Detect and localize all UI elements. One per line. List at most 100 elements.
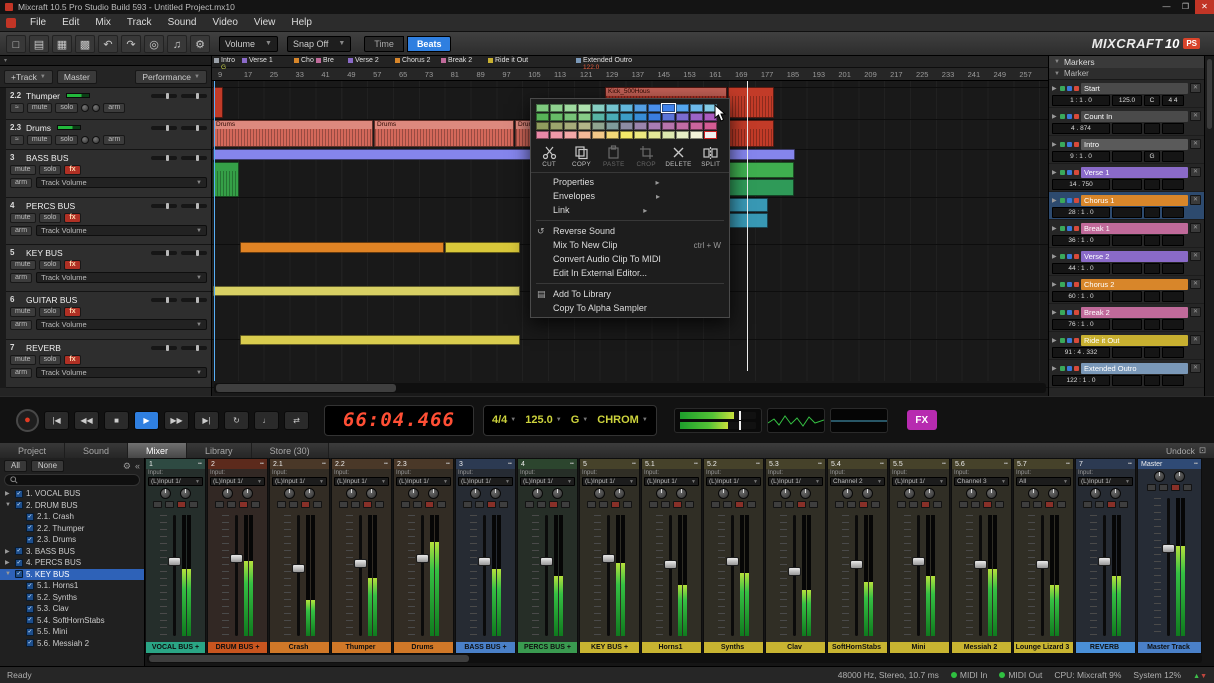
mute-button[interactable] [525, 501, 534, 508]
strip-options-icon[interactable]: ▪▪ [570, 461, 574, 467]
marker-key[interactable] [1144, 291, 1160, 302]
color-swatch[interactable] [620, 104, 633, 112]
send-knob[interactable] [366, 488, 377, 499]
strip-options-icon[interactable]: ▪▪ [508, 461, 512, 467]
strip-name[interactable]: Lounge Lizard 3 [1014, 642, 1073, 653]
settings-icon[interactable]: ⚙ [190, 35, 210, 53]
audio-clip[interactable] [728, 198, 768, 212]
color-swatch[interactable] [634, 104, 647, 112]
color-swatch[interactable] [550, 131, 563, 139]
timeline-marker-flag[interactable]: Ride it Out [488, 57, 528, 64]
fx-button[interactable] [1183, 484, 1192, 491]
input-select[interactable]: (L)Input 1/▼ [706, 477, 761, 486]
marker-key[interactable] [1144, 207, 1160, 218]
marker-expand-icon[interactable]: ▶ [1052, 197, 1058, 204]
track-visible-checkbox[interactable]: ✓ [15, 490, 23, 498]
track-visible-checkbox[interactable]: ✓ [26, 605, 34, 613]
arm-button[interactable]: arm [10, 226, 32, 236]
mixer-track-item[interactable]: ▶ ✓ 4. PERCS BUS [0, 557, 144, 569]
context-menu-item[interactable]: ▤ Add To Library [531, 287, 729, 301]
channel-strip[interactable]: 5.2▪▪ Input: (L)Input 1/▼ [703, 458, 764, 654]
color-swatch[interactable] [648, 122, 661, 130]
solo-button[interactable] [909, 501, 918, 508]
panel-tab[interactable]: Store (30) [252, 443, 329, 458]
strip-options-icon[interactable]: ▪▪ [198, 461, 202, 467]
strip-options-icon[interactable]: ▪▪ [756, 461, 760, 467]
arm-button[interactable] [983, 501, 992, 508]
timeline-marker-flag[interactable]: Extended Outro 122.0 [576, 57, 632, 71]
punch-button[interactable]: ⇄ [284, 411, 309, 430]
color-swatch[interactable] [606, 104, 619, 112]
pan-knob[interactable] [470, 488, 481, 499]
fader-cap[interactable] [664, 560, 677, 569]
fx-button[interactable] [499, 501, 508, 508]
fx-button[interactable] [189, 501, 198, 508]
channel-strip[interactable]: 4▪▪ Input: (L)Input 1/▼ [517, 458, 578, 654]
arm-button[interactable] [363, 501, 372, 508]
strip-name[interactable]: Clav [766, 642, 825, 653]
channel-strip[interactable]: 3▪▪ Input: (L)Input 1/▼ [455, 458, 516, 654]
track-pan-slider[interactable] [181, 298, 207, 302]
solo-button[interactable]: solo [39, 355, 62, 365]
marker-name[interactable]: Break 1 [1081, 223, 1188, 234]
solo-button[interactable] [599, 501, 608, 508]
audio-clip[interactable] [728, 162, 794, 178]
channel-strip[interactable]: 5.7▪▪ Input: All▼ [1013, 458, 1074, 654]
strip-name[interactable]: Synths [704, 642, 763, 653]
marker-timesig[interactable] [1162, 235, 1184, 246]
strip-options-icon[interactable]: ▪▪ [1004, 461, 1008, 467]
solo-button[interactable] [165, 501, 174, 508]
track-header[interactable]: 7 REVERB mute solo fx [6, 340, 211, 388]
send-knob[interactable] [180, 488, 191, 499]
solo-button[interactable] [971, 501, 980, 508]
color-swatch[interactable] [648, 113, 661, 121]
track-visible-checkbox[interactable]: ✓ [15, 501, 23, 509]
timeline-marker-flag[interactable]: Cho [294, 57, 314, 64]
marker-name[interactable]: Count In [1081, 111, 1188, 122]
open-project-icon[interactable]: ▤ [29, 35, 49, 53]
marker-tempo[interactable] [1112, 375, 1142, 386]
color-swatch[interactable] [550, 113, 563, 121]
fx-button[interactable] [747, 501, 756, 508]
split-button[interactable]: SPLIT [695, 145, 727, 168]
mixer-track-item[interactable]: ✓ 5.2. Synths [0, 592, 144, 604]
solo-button[interactable] [723, 501, 732, 508]
marker-tempo[interactable] [1112, 179, 1142, 190]
copy-button[interactable]: COPY [565, 145, 597, 168]
marker-timesig[interactable] [1162, 375, 1184, 386]
marker-timesig[interactable] [1162, 319, 1184, 330]
menu-item[interactable]: Help [283, 14, 320, 32]
marker-delete-button[interactable]: ✕ [1190, 195, 1201, 205]
fader-cap[interactable] [912, 557, 925, 566]
select-all-button[interactable]: All [4, 460, 27, 472]
volume-fader[interactable] [483, 515, 486, 636]
marker-key[interactable] [1144, 123, 1160, 134]
channel-strip[interactable]: Master▪▪ [1137, 458, 1202, 654]
arm-button[interactable]: arm [10, 178, 32, 188]
input-select[interactable]: (L)Input 1/▼ [768, 477, 823, 486]
loop-button[interactable]: ↻ [224, 411, 249, 430]
color-swatch[interactable] [620, 113, 633, 121]
solo-button[interactable]: solo [55, 103, 78, 113]
expand-icon[interactable]: ▼ [5, 502, 12, 508]
arm-button[interactable] [859, 501, 868, 508]
mute-button[interactable]: mute [10, 307, 36, 317]
arm-button[interactable] [301, 501, 310, 508]
volume-fader[interactable] [793, 515, 796, 636]
fx-button[interactable] [561, 501, 570, 508]
notes-icon[interactable]: ♫ [167, 35, 187, 53]
color-swatch[interactable] [606, 122, 619, 130]
strip-name[interactable]: Thumper [332, 642, 391, 653]
maximize-button[interactable]: ❐ [1176, 0, 1195, 14]
volume-fader[interactable] [669, 515, 672, 636]
marker-expand-icon[interactable]: ▶ [1052, 365, 1058, 372]
arm-button[interactable] [1107, 501, 1116, 508]
scale-mode[interactable]: CHROM▼ [597, 414, 648, 426]
strip-name[interactable]: Messiah 2 [952, 642, 1011, 653]
channel-strip[interactable]: 5.6▪▪ Input: Channel 3▼ [951, 458, 1012, 654]
marker-timesig[interactable]: 4 4 [1162, 95, 1184, 106]
arm-button[interactable] [921, 501, 930, 508]
marker-tempo[interactable] [1112, 263, 1142, 274]
crop-button[interactable]: CROP [630, 145, 662, 168]
solo-button[interactable] [785, 501, 794, 508]
